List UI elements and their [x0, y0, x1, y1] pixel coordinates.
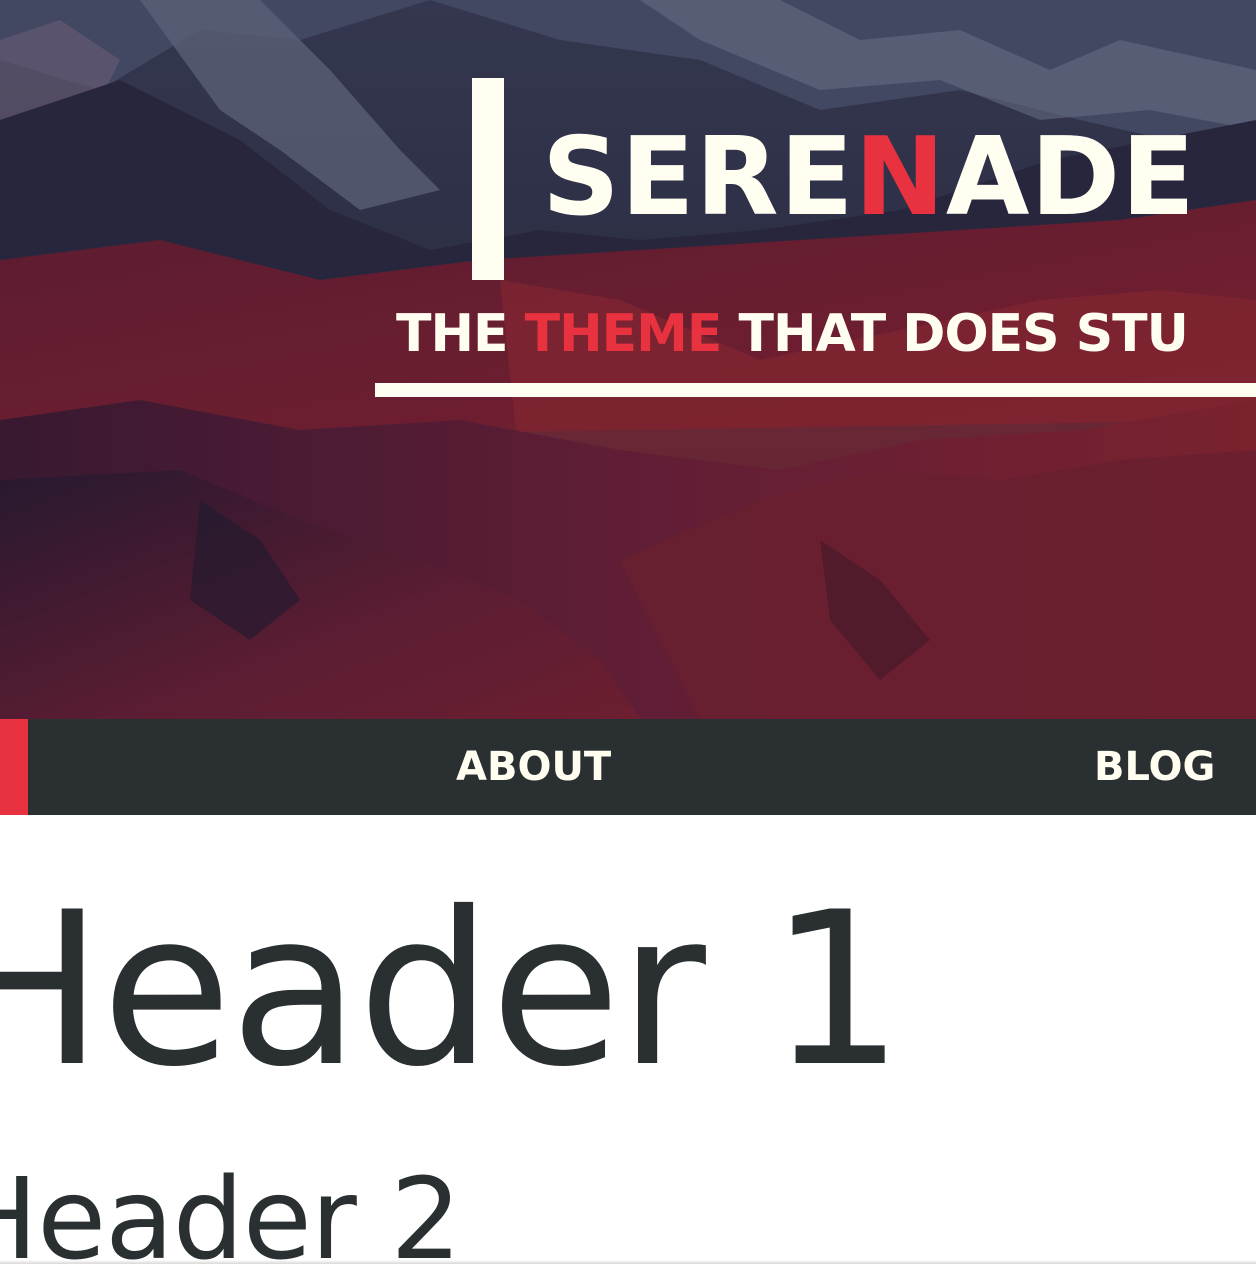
- heading-2: Header 2: [0, 1155, 462, 1264]
- main-content: Header 1 Header 2: [0, 815, 1256, 1264]
- window-bottom-edge: [0, 1260, 1256, 1264]
- nav-item-about[interactable]: ABOUT: [456, 719, 611, 815]
- main-nav: ABOUT BLOG: [0, 719, 1256, 815]
- heading-1: Header 1: [0, 866, 904, 1113]
- tagline-underline: [375, 383, 1256, 397]
- site-title[interactable]: SERENADE: [542, 108, 1196, 248]
- page: SERENADE THE THEME THAT DOES STU ABOUT B…: [0, 0, 1256, 1264]
- tagline-start: THE: [396, 304, 525, 364]
- logo-bar: [472, 78, 504, 280]
- hero-header: SERENADE THE THEME THAT DOES STU: [0, 0, 1256, 719]
- tagline-accent: THEME: [524, 304, 723, 364]
- site-tagline: THE THEME THAT DOES STU: [396, 302, 1189, 366]
- site-title-start: SERE: [542, 115, 855, 240]
- nav-accent-bar: [0, 719, 28, 815]
- site-title-end: ADE: [945, 115, 1196, 240]
- tagline-end: THAT DOES STU: [721, 304, 1189, 364]
- nav-item-blog[interactable]: BLOG: [1094, 719, 1215, 815]
- site-title-accent-letter: N: [854, 115, 946, 240]
